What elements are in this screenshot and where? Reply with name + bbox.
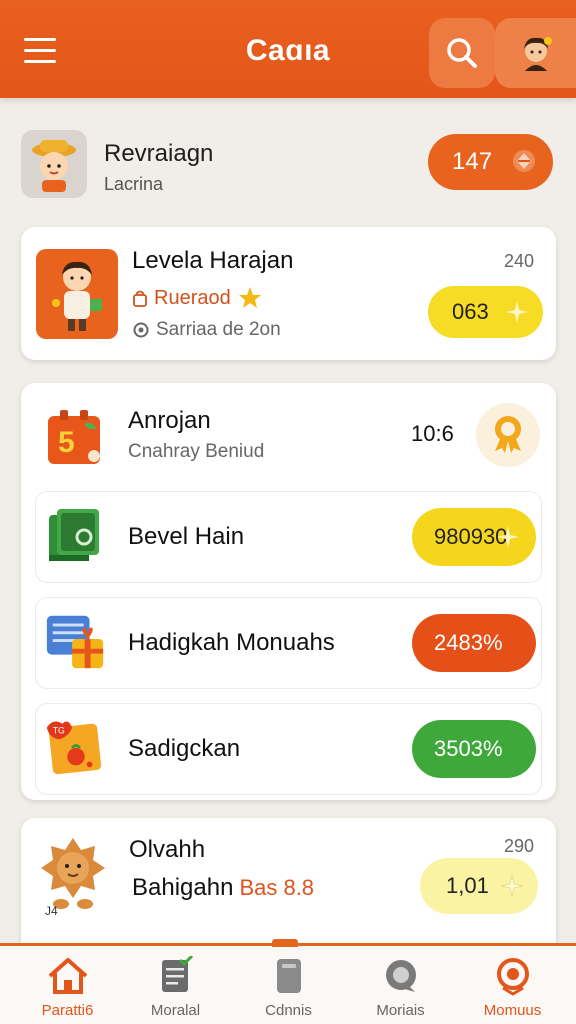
- list-item-title: Hadigkah Monuahs: [128, 629, 335, 656]
- ribbon-icon: [495, 416, 521, 453]
- list-item[interactable]: 5 Anrojan Cnahray Beniud 10:6: [35, 397, 542, 485]
- bottom-tiny-label: J4: [45, 904, 58, 918]
- sparkle-icon: [500, 874, 524, 898]
- list-item-pill[interactable]: 3503%: [412, 720, 536, 778]
- nav-label-momuus: Momuus: [483, 1002, 542, 1019]
- list-item[interactable]: Hadigkah Monuahs 2483%: [35, 597, 542, 689]
- explorer-avatar-icon: [32, 140, 76, 192]
- level-meta: Sarriaa de 2on: [156, 319, 281, 340]
- profile-score-value: 147: [452, 148, 493, 175]
- nav-item-momuus[interactable]: Momuus: [455, 956, 570, 1024]
- nav-item-moriais[interactable]: Moriais: [343, 956, 458, 1024]
- level-score-value: 063: [452, 299, 489, 324]
- list-item-title: Anrojan: [128, 407, 211, 434]
- nav-label-moralal: Moralal: [150, 1002, 201, 1019]
- nav-indicator: [272, 939, 298, 947]
- star-icon: [238, 287, 261, 308]
- checklist-icon: [161, 956, 193, 992]
- profile-score-pill[interactable]: 147: [428, 134, 553, 190]
- user-avatar-icon: [523, 37, 552, 71]
- list-item-subtitle: Cnahray Beniud: [128, 441, 265, 462]
- sparkle-icon: [506, 301, 528, 323]
- character-icon: [36, 249, 118, 339]
- bottom-card-pill[interactable]: 1,01: [420, 858, 538, 914]
- list-item-title: Bevel Hain: [128, 523, 245, 550]
- svg-text:5: 5: [58, 426, 75, 459]
- profile-subtitle: Lacrina: [104, 174, 164, 194]
- target-icon: [496, 958, 529, 996]
- diamond-icon: [513, 150, 535, 172]
- level-count: 240: [503, 251, 534, 271]
- nav-label-moriais: Moriais: [376, 1002, 425, 1019]
- list-item-pill[interactable]: 2483%: [412, 614, 536, 672]
- activity-list-card: 5 Anrojan Cnahray Beniud 10:6 Bevel Hain…: [21, 383, 556, 800]
- list-item[interactable]: TG Sadigckan 3503%: [35, 703, 542, 795]
- profile-row[interactable]: Revraiagn Lacrina 147: [0, 118, 576, 214]
- svg-text:TG: TG: [53, 725, 65, 735]
- list-item[interactable]: Bevel Hain 980930: [35, 491, 542, 583]
- level-meta-row: Sarriaa de 2on: [132, 319, 281, 341]
- profile-avatar: [21, 130, 87, 198]
- nav-item-moralal[interactable]: Moralal: [118, 956, 233, 1024]
- nav-item-home[interactable]: Paratti6: [10, 956, 125, 1024]
- bottom-card-count: 290: [503, 836, 534, 856]
- search-icon: [447, 38, 477, 68]
- calendar-5-icon: 5: [43, 405, 107, 469]
- list-item-pill[interactable]: 980930: [412, 508, 536, 566]
- level-subtitle: Rueraod: [154, 286, 231, 309]
- bag-icon: [133, 290, 147, 307]
- user-avatar-button[interactable]: [495, 18, 576, 88]
- bottom-navigation: Paratti6 Moralal Cdnnis Moriais Momuus: [0, 939, 576, 1024]
- bottom-card-subtitle: Bahigahn: [132, 874, 234, 901]
- bottom-card-accent: Bas 8.8: [239, 875, 315, 900]
- level-score-pill[interactable]: 063: [428, 286, 543, 338]
- settings-small-icon: [133, 322, 149, 338]
- app-header: Caɑıa: [0, 0, 576, 98]
- search-button[interactable]: [429, 18, 495, 88]
- book-icon: [43, 503, 107, 567]
- list-item-pill-value: 2483%: [434, 630, 503, 655]
- bottom-card-subtitle-row: Bahigahn Bas 8.8: [132, 874, 314, 902]
- bottom-card-pill-value: 1,01: [446, 873, 489, 898]
- nav-item-cdnnis[interactable]: Cdnnis: [231, 956, 346, 1024]
- ribbon-badge[interactable]: [476, 403, 540, 467]
- list-item-title: Sadigckan: [128, 735, 241, 762]
- nav-label-home: Paratti6: [41, 1002, 94, 1019]
- chat-icon: [385, 960, 416, 992]
- level-card[interactable]: Levela Harajan Rueraod Sarriaa de 2on 24…: [21, 227, 556, 360]
- sparkle-icon: [497, 526, 519, 548]
- level-subtitle-row: Rueraod: [132, 285, 263, 311]
- gift-icon: [43, 609, 107, 673]
- list-item-value: 10:6: [411, 421, 454, 446]
- home-icon: [48, 958, 87, 994]
- nav-label-cdnnis: Cdnnis: [265, 1002, 312, 1019]
- level-title: Levela Harajan: [132, 247, 294, 274]
- profile-name: Revraiagn: [104, 140, 214, 167]
- fruit-card-icon: TG: [43, 715, 107, 779]
- bottom-card-title: Olvahh: [129, 836, 206, 863]
- document-icon: [276, 959, 301, 993]
- list-item-pill-value: 3503%: [434, 736, 503, 761]
